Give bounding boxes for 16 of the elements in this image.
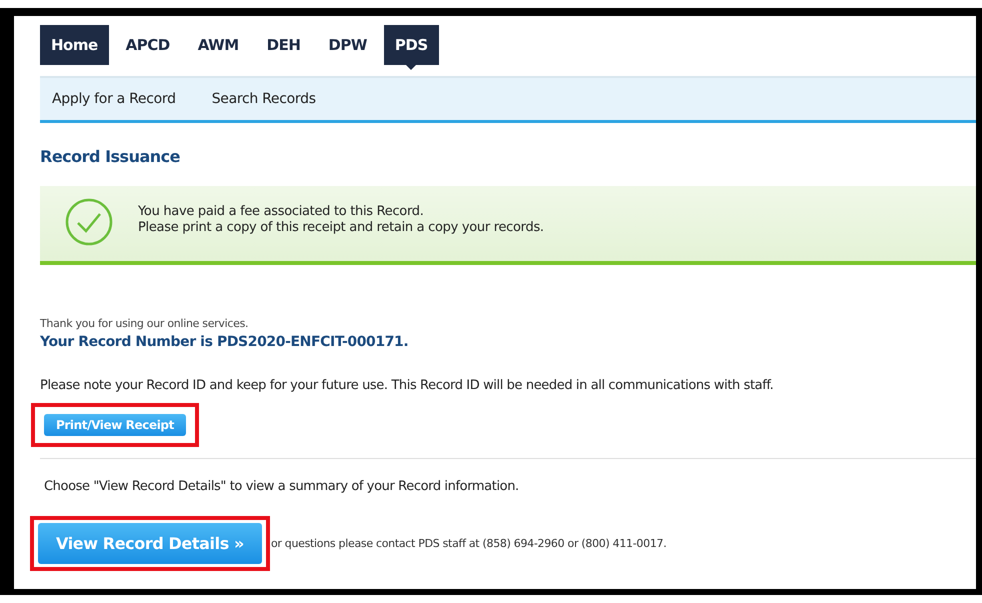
notice-text: You have paid a fee associated to this Record. (138, 204, 425, 220)
sub-navigation-link[interactable]: Apply for a Record (52, 91, 176, 107)
nav-tab[interactable]: Home (40, 25, 109, 65)
instruction-text: Choose "View Record Details" to view a summary of your Record information. (44, 479, 520, 494)
sub-navigation-link[interactable]: Search Records (212, 91, 316, 107)
nav-tab[interactable]: DEH (256, 25, 312, 65)
contact-text: or questions please contact PDS staff at (858) 694-2960 or (800) 411-0017. (270, 537, 666, 550)
check-circle-icon (65, 198, 113, 246)
record-id-note: Please note your Record ID and keep for your future use. This Record ID will be needed in all communications with staff. (40, 378, 774, 393)
page-title: Record Issuance (40, 147, 181, 166)
nav-tab[interactable]: APCD (114, 25, 181, 65)
record-number-text: Your Record Number is PDS2020-ENFCIT-000171. (40, 334, 410, 350)
thank-you-text: Thank you for using our online services. (40, 317, 250, 330)
nav-tab[interactable]: AWM (186, 25, 250, 65)
notice-text: Please print a copy of this receipt and retain a copy your records. (138, 220, 544, 236)
nav-tab[interactable]: DPW (317, 25, 378, 65)
